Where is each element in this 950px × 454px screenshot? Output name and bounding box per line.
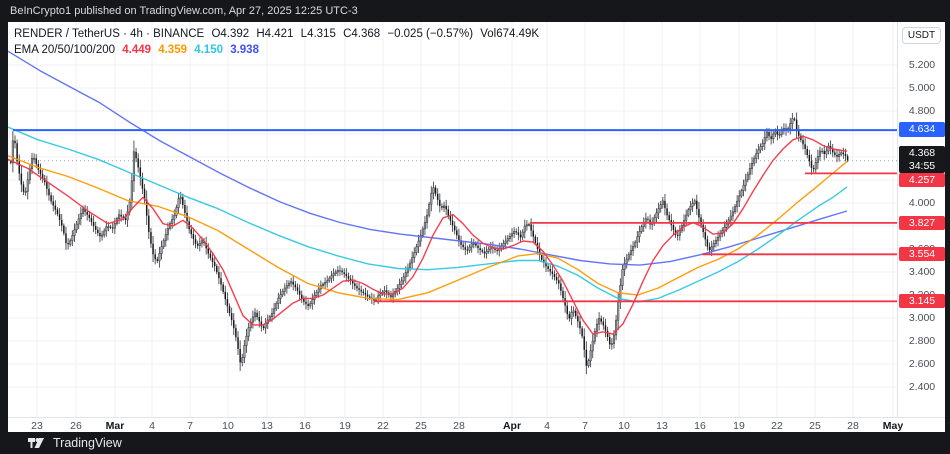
time-tick-label: 22 (771, 420, 783, 432)
price-tick-label: 2.800 (898, 335, 946, 347)
price-tick-label: 2.600 (898, 358, 946, 370)
price-tick-label: 3.000 (898, 312, 946, 324)
time-tick-label: 13 (261, 420, 273, 432)
last-price-badge: 4.368 34:55 (899, 146, 945, 173)
support-price-badge-2: 3.827 (899, 216, 945, 230)
resistance-price-badge: 4.634 (899, 122, 945, 137)
support-price-badge-4: 3.145 (899, 294, 945, 308)
attribution-bar: BeInCrypto1 published on TradingView.com… (0, 0, 950, 22)
time-axis[interactable]: 23 26 Mar 4 7 10 13 16 19 22 25 28 Apr 4 7 10 13 16 19 22 25… (8, 417, 945, 432)
currency-toggle-button[interactable]: USDT (902, 27, 941, 44)
tradingview-footer: TradingView (0, 432, 950, 454)
price-tick-label: 5.200 (898, 59, 946, 71)
time-tick-label: 28 (847, 420, 859, 432)
time-tick-label: 13 (656, 420, 668, 432)
time-tick-label: 19 (339, 420, 351, 432)
time-tick-label: Apr (503, 420, 521, 432)
time-tick-label: 4 (544, 420, 550, 432)
time-tick-label: May (883, 420, 903, 432)
time-tick-label: 16 (694, 420, 706, 432)
time-tick-label: 22 (377, 420, 389, 432)
price-tick-label: 4.800 (898, 105, 946, 117)
tradingview-logo-text: TradingView (53, 436, 122, 450)
time-tick-label: 4 (149, 420, 155, 432)
tradingview-logo-icon (28, 436, 47, 450)
time-tick-label: 7 (187, 420, 193, 432)
price-axis[interactable]: 2.4002.6002.8003.0003.2003.4003.6003.800… (897, 22, 945, 417)
chart-pane[interactable]: RENDER / TetherUS · 4h · BINANCE O4.392 … (8, 22, 897, 417)
time-tick-label: 26 (70, 420, 82, 432)
published-chart-page: { "top_bar": { "attribution": "BeInCrypt… (0, 0, 950, 454)
time-tick-label: 10 (222, 420, 234, 432)
bar-countdown: 34:55 (899, 160, 945, 173)
time-tick-label: Mar (106, 420, 125, 432)
time-tick-label: 7 (582, 420, 588, 432)
support-price-badge-3: 3.554 (899, 247, 945, 261)
time-tick-label: 25 (415, 420, 427, 432)
last-price-value: 4.368 (899, 147, 945, 160)
time-tick-label: 19 (733, 420, 745, 432)
time-tick-label: 28 (453, 420, 465, 432)
time-tick-label: 16 (299, 420, 311, 432)
time-tick-label: 25 (809, 420, 821, 432)
price-tick-label: 2.400 (898, 381, 946, 393)
price-tick-label: 3.400 (898, 266, 946, 278)
chart-panel: RENDER / TetherUS · 4h · BINANCE O4.392 … (8, 22, 945, 432)
tradingview-logo[interactable]: TradingView (28, 436, 122, 450)
price-tick-label: 4.000 (898, 197, 946, 209)
time-tick-label: 10 (618, 420, 630, 432)
attribution-text: BeInCrypto1 published on TradingView.com… (10, 5, 358, 17)
time-tick-label: 23 (31, 420, 43, 432)
price-chart[interactable] (8, 22, 897, 417)
price-tick-label: 5.000 (898, 82, 946, 94)
support-price-badge-1: 4.257 (899, 173, 945, 187)
